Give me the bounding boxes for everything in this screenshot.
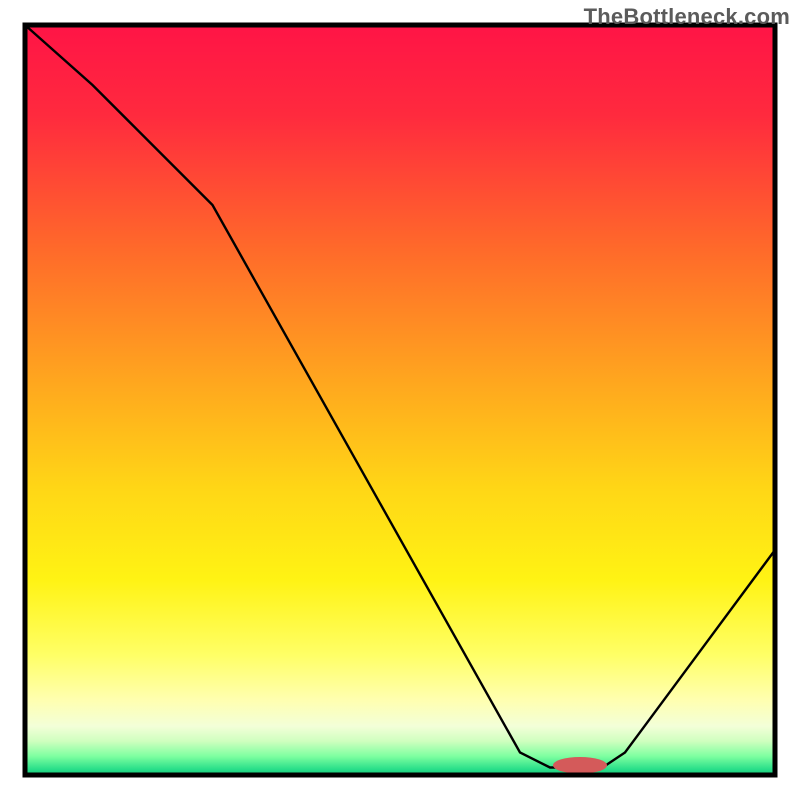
optimum-marker [553,757,607,774]
plot-background [25,25,775,775]
bottleneck-chart [0,0,800,800]
watermark-text: TheBottleneck.com [584,4,790,30]
